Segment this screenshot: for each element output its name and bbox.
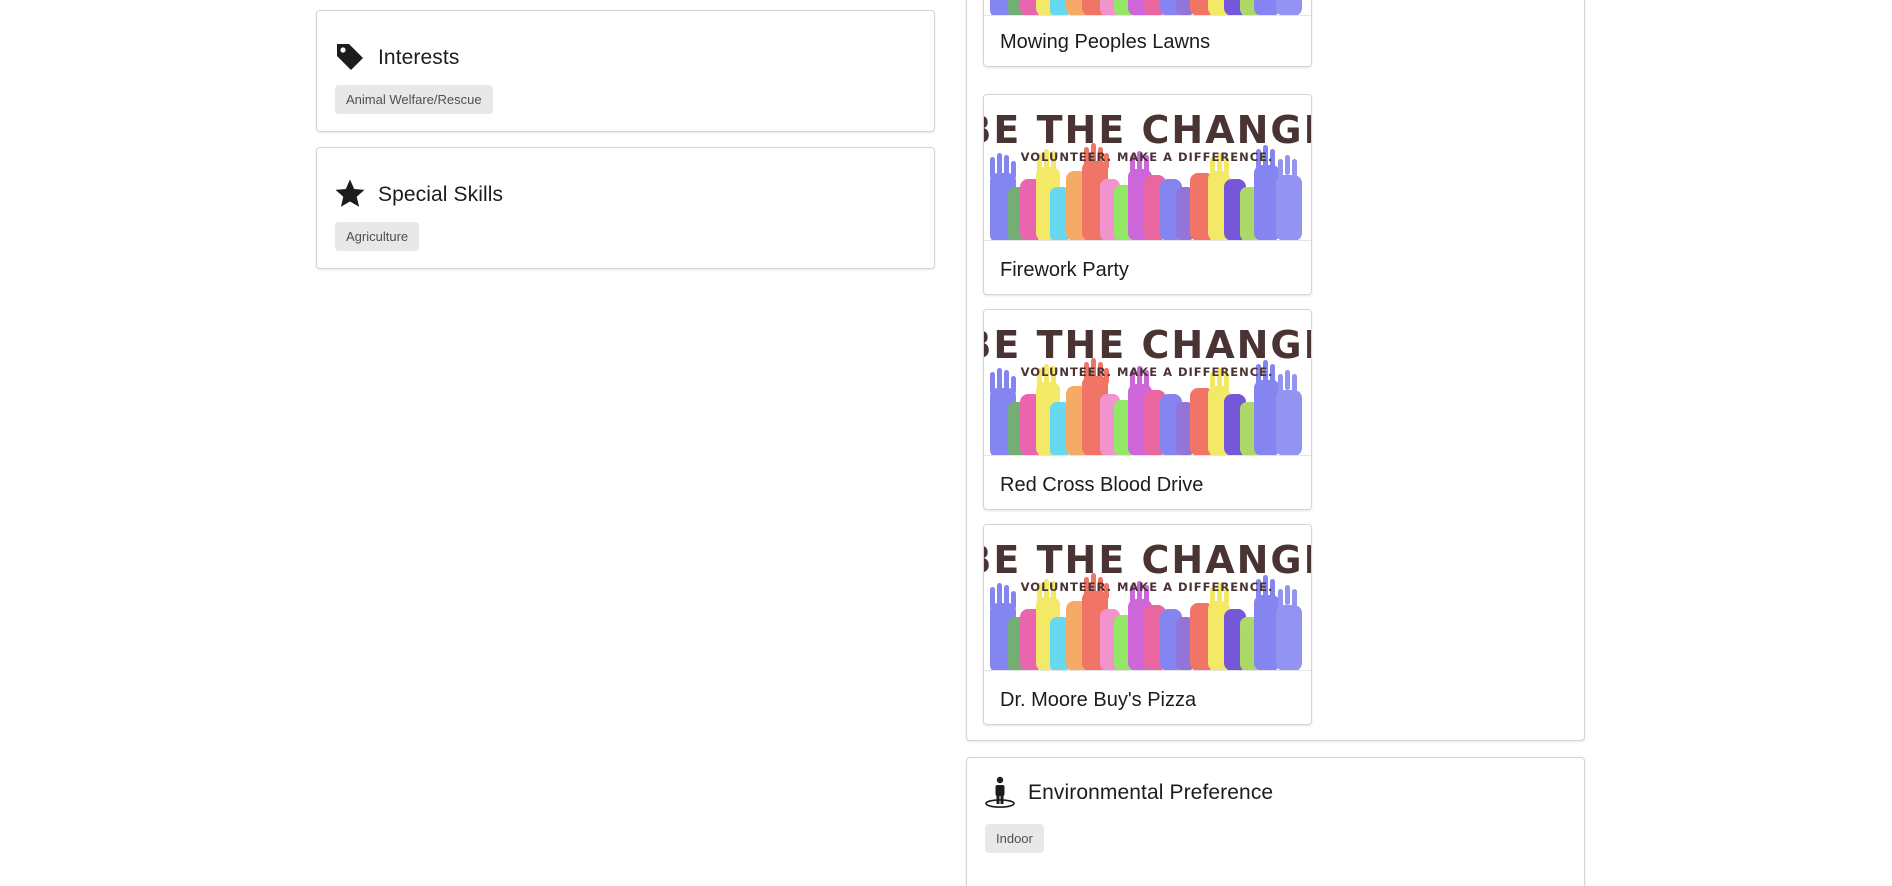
special-skills-card: Special Skills Agriculture [316, 147, 935, 269]
event-card[interactable]: BE THE CHANGE VOLUNTEER. MAKE A DIFFEREN… [983, 309, 1312, 510]
special-skills-title: Special Skills [378, 182, 504, 206]
event-title[interactable]: Firework Party [1000, 260, 1129, 280]
interests-card: Interests Animal Welfare/Rescue [316, 10, 935, 132]
banner-headline: BE THE CHANGE [984, 538, 1311, 582]
event-card[interactable]: BE THE CHANGE VOLUNTEER. MAKE A DIFFEREN… [983, 94, 1312, 295]
interests-tags: Animal Welfare/Rescue [335, 85, 493, 114]
interests-title: Interests [378, 45, 460, 69]
banner-headline: BE THE CHANGE [984, 323, 1311, 367]
event-banner-image: BE THE CHANGE VOLUNTEER. MAKE A DIFFEREN… [984, 525, 1311, 671]
environmental-preference-card: Environmental Preference Indoor [966, 757, 1585, 886]
banner-subline: VOLUNTEER. MAKE A DIFFERENCE. [1021, 365, 1274, 379]
star-icon [334, 177, 366, 211]
tag-icon [334, 40, 366, 74]
interest-tag: Animal Welfare/Rescue [335, 85, 493, 114]
event-title[interactable]: Dr. Moore Buy's Pizza [1000, 690, 1196, 710]
environmental-preference-header: Environmental Preference [984, 775, 1273, 809]
special-skills-tags: Agriculture [335, 222, 420, 251]
environmental-preference-tags: Indoor [985, 824, 1044, 853]
profile-page: Interests Animal Welfare/Rescue Special … [0, 0, 1892, 886]
event-title[interactable]: Red Cross Blood Drive [1000, 475, 1203, 495]
event-title[interactable]: Mowing Peoples Lawns [1000, 32, 1210, 52]
interests-header: Interests [334, 40, 459, 74]
banner-headline: BE THE CHANGE [984, 108, 1311, 152]
special-skills-header: Special Skills [334, 177, 503, 211]
skill-tag: Agriculture [335, 222, 420, 251]
event-card[interactable]: BE THE CHANGE VOLUNTEER. MAKE A DIFFEREN… [983, 524, 1312, 725]
environmental-preference-title: Environmental Preference [1028, 780, 1274, 804]
banner-subline: VOLUNTEER. MAKE A DIFFERENCE. [1021, 580, 1274, 594]
events-container: Mowing Peoples Lawns BE THE CHANGE VOLUN… [966, 0, 1585, 741]
event-banner-image [984, 0, 1311, 16]
person-standing-icon [984, 775, 1016, 809]
event-banner-image: BE THE CHANGE VOLUNTEER. MAKE A DIFFEREN… [984, 95, 1311, 241]
banner-subline: VOLUNTEER. MAKE A DIFFERENCE. [1021, 150, 1274, 164]
environment-tag: Indoor [985, 824, 1044, 853]
event-card[interactable]: Mowing Peoples Lawns [983, 0, 1312, 67]
event-banner-image: BE THE CHANGE VOLUNTEER. MAKE A DIFFEREN… [984, 310, 1311, 456]
